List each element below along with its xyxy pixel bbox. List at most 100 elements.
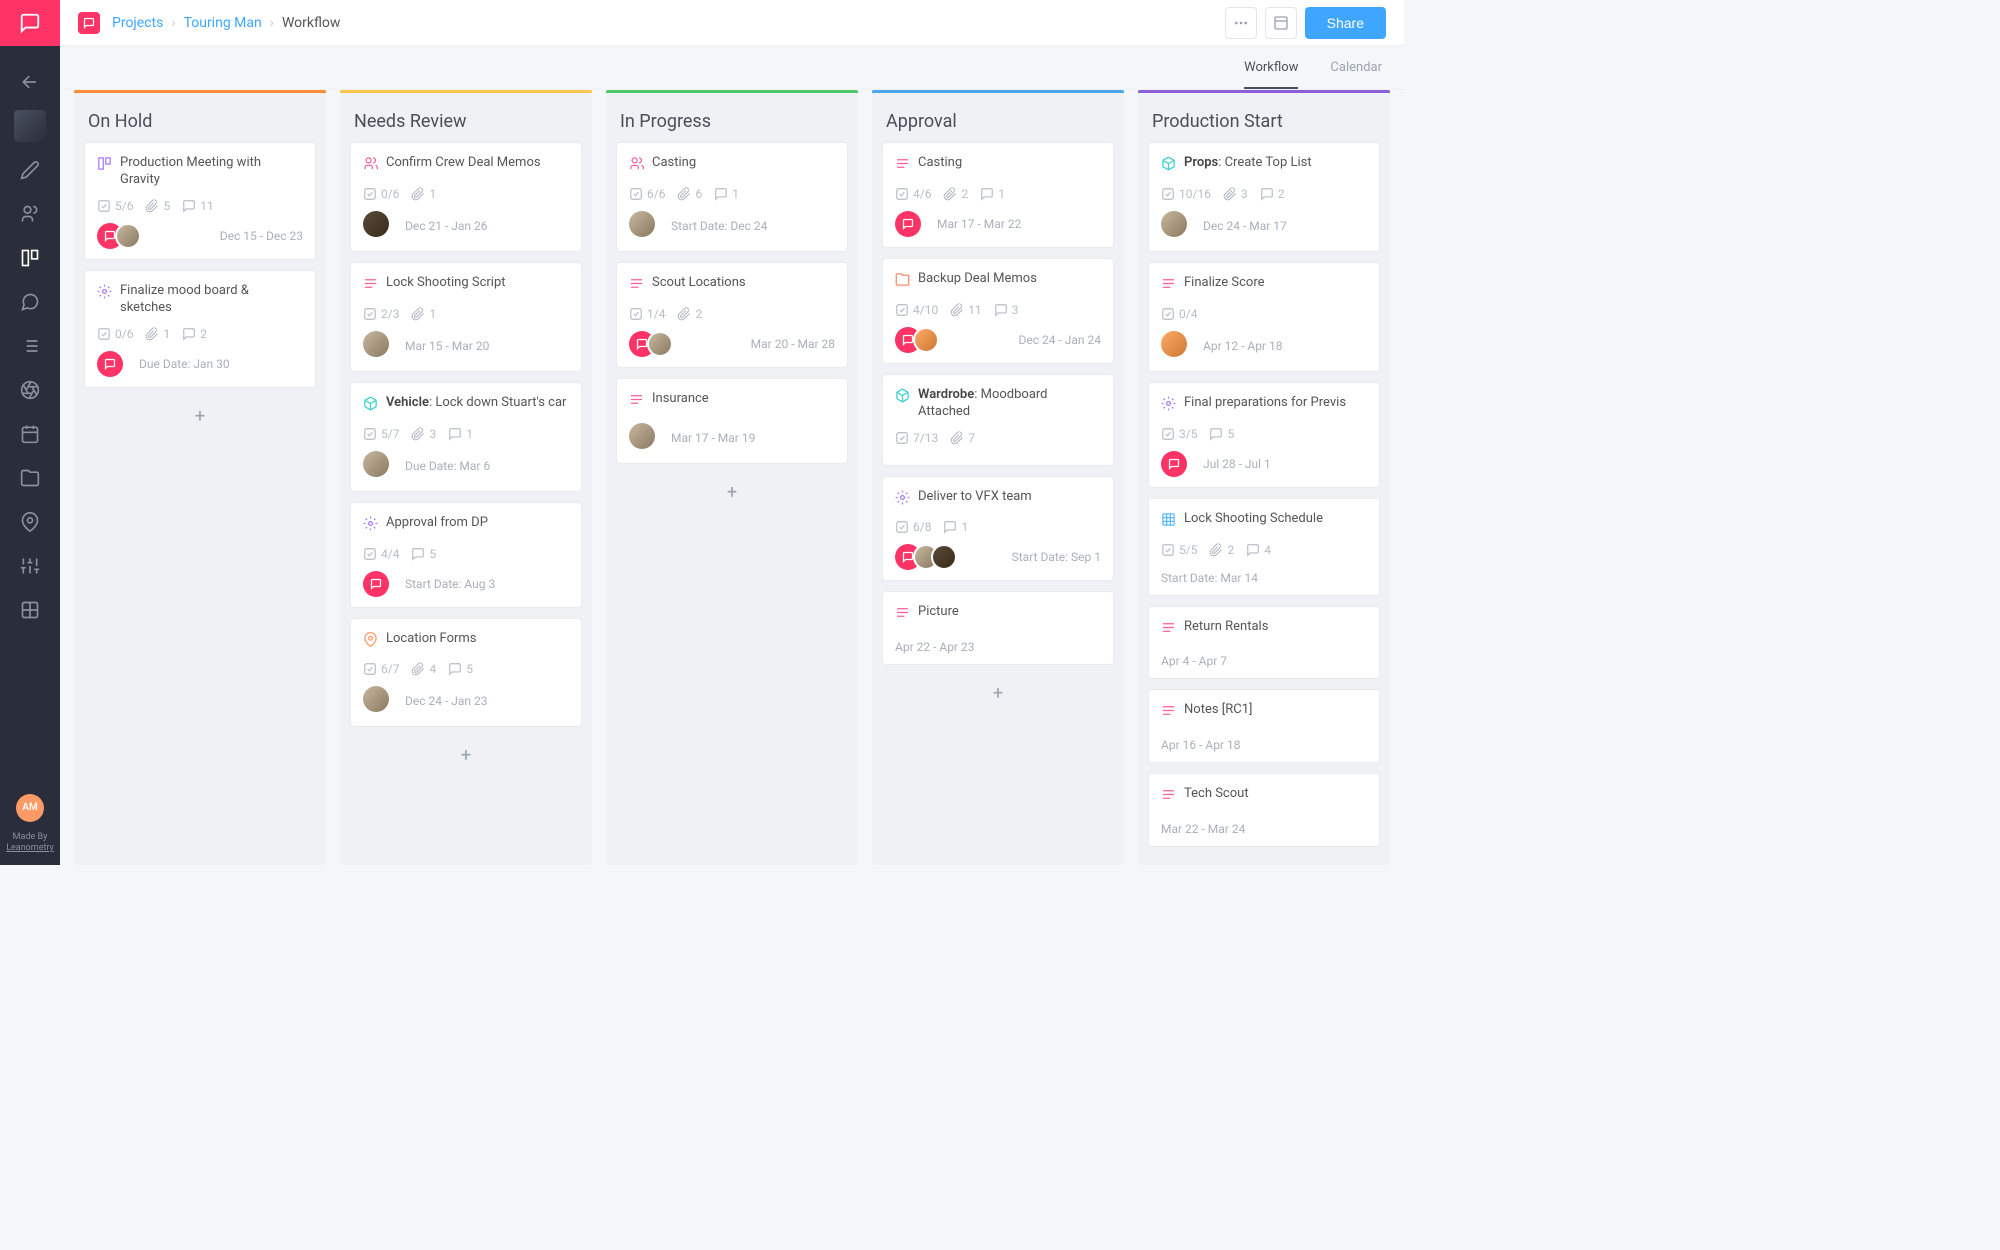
card-date: Mar 17 - Mar 22 [937,217,1021,231]
chevron-right-icon: › [270,15,274,31]
add-card-button[interactable]: + [350,737,582,774]
card[interactable]: Production Meeting with Gravity 5/6511 D… [84,142,316,260]
card[interactable]: Vehicle: Lock down Stuart's car 5/731 Du… [350,382,582,492]
comment-count: 2 [182,327,207,341]
attachment-count: 1 [411,187,436,201]
card[interactable]: Picture Apr 22 - Apr 23 [882,591,1114,665]
board-icon [97,156,112,177]
breadcrumb-projects[interactable]: Projects [112,15,163,31]
nav-report-icon[interactable] [8,590,52,630]
sidebar: AM Made ByLeanometry [0,0,60,865]
card-title: Props: Create Top List [1184,155,1312,172]
stack-icon [363,276,378,297]
breadcrumb-project-name[interactable]: Touring Man [184,15,262,31]
project-icon[interactable] [78,12,100,34]
attachment-count: 6 [677,187,702,201]
column-production-start: Production Start Props: Create Top List … [1138,90,1390,865]
nav-people-icon[interactable] [8,194,52,234]
nav-aperture-icon[interactable] [8,370,52,410]
checklist-count: 0/4 [1161,307,1197,321]
checklist-count: 5/5 [1161,543,1197,557]
card[interactable]: Lock Shooting Schedule 5/524 Start Date:… [1148,498,1380,596]
add-card-button[interactable]: + [882,675,1114,712]
column-title: On Hold [74,93,326,142]
topbar: Projects › Touring Man › Workflow Share [60,0,1404,46]
attachment-count: 2 [943,187,968,201]
tab-workflow[interactable]: Workflow [1244,60,1298,89]
column-title: In Progress [606,93,858,142]
comment-count: 1 [448,427,473,441]
assignee-avatar [1161,211,1187,237]
comment-count: 5 [411,547,436,561]
card-title: Scout Locations [652,275,746,292]
checklist-count: 6/8 [895,520,931,534]
card[interactable]: Approval from DP 4/45 Start Date: Aug 3 [350,502,582,608]
card[interactable]: Deliver to VFX team 6/81 Start Date: Sep… [882,476,1114,582]
card-date: Jul 28 - Jul 1 [1203,457,1271,471]
card[interactable]: Final preparations for Previs 3/55 Jul 2… [1148,382,1380,488]
nav-chat-icon[interactable] [8,282,52,322]
card-title: Lock Shooting Schedule [1184,511,1323,528]
stack-icon [1161,620,1176,641]
card[interactable]: Notes [RC1] Apr 16 - Apr 18 [1148,689,1380,763]
card[interactable]: Casting 6/661 Start Date: Dec 24 [616,142,848,252]
stack-icon [629,276,644,297]
app-logo[interactable] [0,0,60,46]
card[interactable]: Casting 4/621 Mar 17 - Mar 22 [882,142,1114,248]
card[interactable]: Scout Locations 1/42 Mar 20 - Mar 28 [616,262,848,368]
card-date: Dec 21 - Jan 26 [405,219,488,233]
nav-edit-icon[interactable] [8,150,52,190]
layout-button[interactable] [1265,7,1297,39]
assignee-avatar [895,211,921,237]
stack-icon [895,605,910,626]
share-button[interactable]: Share [1305,7,1386,39]
checklist-count: 0/6 [363,187,399,201]
user-avatar[interactable]: AM [16,794,44,822]
assignee-avatar [97,351,123,377]
tab-calendar[interactable]: Calendar [1330,60,1382,89]
card[interactable]: Confirm Crew Deal Memos 0/61 Dec 21 - Ja… [350,142,582,252]
card[interactable]: Backup Deal Memos 4/10113 Dec 24 - Jan 2… [882,258,1114,364]
nav-folder-icon[interactable] [8,458,52,498]
card[interactable]: Finalize mood board & sketches 0/612 Due… [84,270,316,388]
add-card-button[interactable]: + [1148,857,1380,865]
assignee-avatar [363,451,389,477]
nav-project-thumb[interactable] [8,106,52,146]
card-date: Apr 4 - Apr 7 [1161,650,1367,668]
chevron-right-icon: › [171,15,175,31]
add-card-button[interactable]: + [84,398,316,435]
card[interactable]: Insurance Mar 17 - Mar 19 [616,378,848,464]
attachment-count: 3 [1223,187,1248,201]
add-card-button[interactable]: + [616,474,848,511]
card[interactable]: Tech Scout Mar 22 - Mar 24 [1148,773,1380,847]
card-title: Vehicle: Lock down Stuart's car [386,395,566,412]
nav-sliders-icon[interactable] [8,546,52,586]
nav-back-icon[interactable] [8,62,52,102]
checklist-count: 1/4 [629,307,665,321]
checklist-count: 6/7 [363,662,399,676]
card[interactable]: Lock Shooting Script 2/31 Mar 15 - Mar 2… [350,262,582,372]
comment-count: 2 [1260,187,1285,201]
card[interactable]: Wardrobe: Moodboard Attached 7/137 [882,374,1114,466]
card-date: Dec 24 - Jan 24 [1019,333,1102,347]
stack-icon [1161,276,1176,297]
nav-list-icon[interactable] [8,326,52,366]
card[interactable]: Return Rentals Apr 4 - Apr 7 [1148,606,1380,680]
card[interactable]: Props: Create Top List 10/1632 Dec 24 - … [1148,142,1380,252]
checklist-count: 10/16 [1161,187,1211,201]
checklist-count: 4/6 [895,187,931,201]
nav-board-icon[interactable] [8,238,52,278]
people-icon [363,156,378,177]
nav-calendar-icon[interactable] [8,414,52,454]
card-date: Start Date: Dec 24 [671,219,767,233]
comment-count: 1 [980,187,1005,201]
more-button[interactable] [1225,7,1257,39]
card[interactable]: Finalize Score 0/4 Apr 12 - Apr 18 [1148,262,1380,372]
card-date: Dec 15 - Dec 23 [220,229,303,243]
comment-count: 1 [943,520,968,534]
card[interactable]: Location Forms 6/745 Dec 24 - Jan 23 [350,618,582,728]
nav-location-icon[interactable] [8,502,52,542]
comment-count: 5 [1209,427,1234,441]
card-date: Dec 24 - Jan 23 [405,694,488,708]
card-title: Final preparations for Previs [1184,395,1346,412]
